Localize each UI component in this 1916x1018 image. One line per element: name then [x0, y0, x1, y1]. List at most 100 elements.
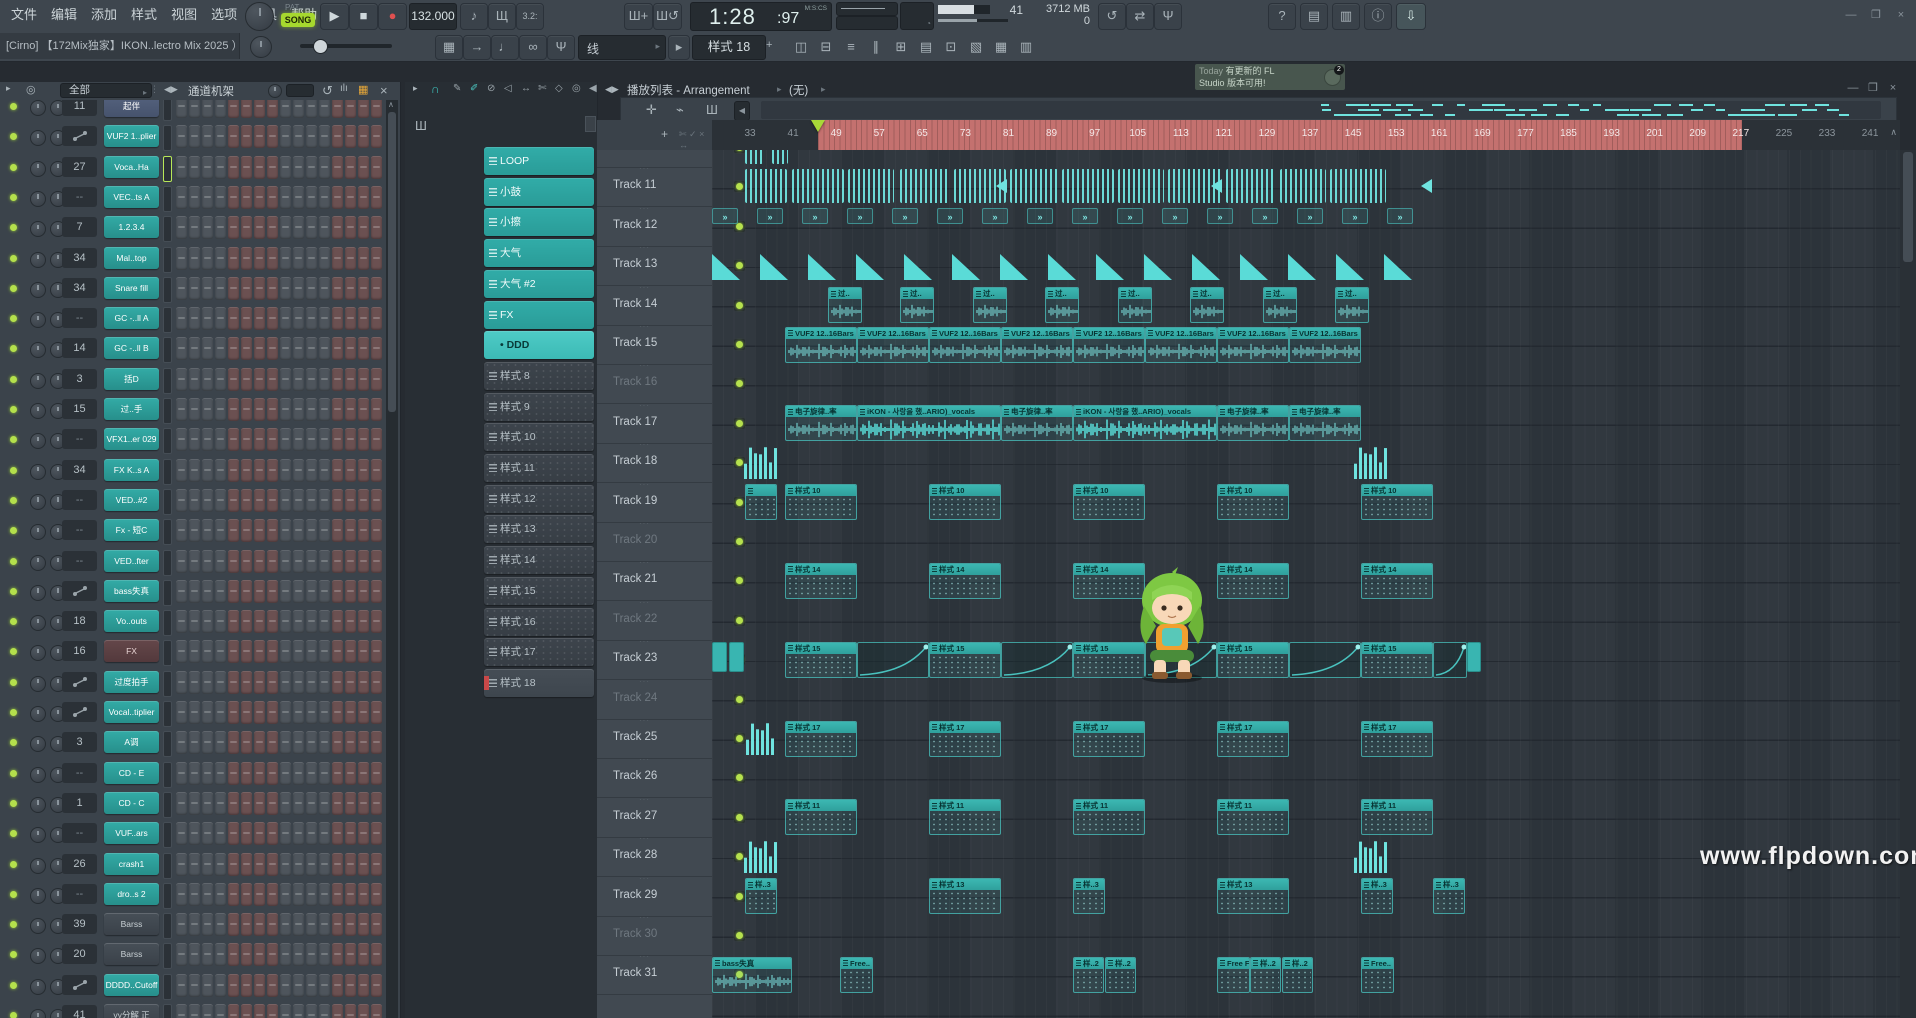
- step-cell[interactable]: [176, 640, 187, 663]
- step-cell[interactable]: [371, 216, 382, 239]
- step-cell[interactable]: [293, 459, 304, 482]
- main-volume-knob[interactable]: [245, 2, 274, 31]
- step-cell[interactable]: [319, 459, 330, 482]
- step-cell[interactable]: [332, 974, 343, 997]
- step-cell[interactable]: [215, 519, 226, 542]
- step-cell[interactable]: [176, 883, 187, 906]
- track-header[interactable]: ···Track 13: [597, 246, 712, 286]
- channel-pan-knob[interactable]: [30, 555, 46, 571]
- step-cell[interactable]: [332, 853, 343, 876]
- step-cell[interactable]: [267, 277, 278, 300]
- step-cell[interactable]: [280, 337, 291, 360]
- monitor-knob[interactable]: [250, 36, 272, 58]
- help-icon[interactable]: ?: [1268, 3, 1296, 30]
- clip-chop[interactable]: [1330, 169, 1386, 203]
- track-header[interactable]: ···Track 25: [597, 719, 712, 759]
- step-cell[interactable]: [215, 883, 226, 906]
- clip-bars[interactable]: [1353, 839, 1389, 875]
- step-cell[interactable]: [228, 247, 239, 270]
- playlist-grid[interactable]: »»»»»»»»»»»»»»»»过..过..过..过..过..过..过..过..…: [712, 150, 1900, 1018]
- step-cell[interactable]: [202, 186, 213, 209]
- step-cell[interactable]: [189, 398, 200, 421]
- channel-pan-knob[interactable]: [30, 827, 46, 843]
- step-cell[interactable]: [241, 550, 252, 573]
- step-led-strip[interactable]: [163, 792, 172, 818]
- step-led-strip[interactable]: [163, 519, 172, 545]
- step-cell[interactable]: [176, 216, 187, 239]
- clip-audio[interactable]: 过..: [1045, 287, 1079, 323]
- step-cell[interactable]: [228, 550, 239, 573]
- step-cell[interactable]: [176, 247, 187, 270]
- step-cell[interactable]: [345, 337, 356, 360]
- clip-pat[interactable]: 样式 15: [785, 642, 857, 678]
- step-cell[interactable]: [228, 519, 239, 542]
- clip-tri[interactable]: [1000, 252, 1030, 288]
- channel-mute-led[interactable]: [10, 194, 17, 201]
- mixer-target-box[interactable]: [62, 672, 97, 692]
- step-cell[interactable]: [280, 853, 291, 876]
- step-cell[interactable]: [345, 428, 356, 451]
- step-cell[interactable]: [228, 368, 239, 391]
- step-cell[interactable]: [319, 216, 330, 239]
- step-cell[interactable]: [267, 853, 278, 876]
- step-cell[interactable]: [267, 701, 278, 724]
- clip-audio[interactable]: bass失真: [712, 957, 792, 993]
- step-cell[interactable]: [202, 519, 213, 542]
- clip-audio[interactable]: VUF2 12..16Bars: [1217, 327, 1289, 363]
- step-cell[interactable]: [371, 307, 382, 330]
- pattern-item[interactable]: 样式 12: [484, 485, 594, 513]
- pattern-item[interactable]: FX: [484, 301, 594, 329]
- clip-pat[interactable]: 样式 10: [1217, 484, 1289, 520]
- step-cell[interactable]: [176, 489, 187, 512]
- channel-pan-knob[interactable]: [30, 191, 46, 207]
- clip-tri[interactable]: [1144, 252, 1174, 288]
- step-cell[interactable]: [215, 125, 226, 148]
- clip-audio[interactable]: 过..: [1190, 287, 1224, 323]
- step-cell[interactable]: [202, 640, 213, 663]
- step-cell[interactable]: [267, 913, 278, 936]
- playlist-tool-icon-5[interactable]: ✄: [538, 83, 546, 94]
- channel-button[interactable]: CD - C: [104, 792, 159, 814]
- channel-mute-led[interactable]: [10, 224, 17, 231]
- step-cell[interactable]: [332, 640, 343, 663]
- step-cell[interactable]: [306, 580, 317, 603]
- timeline-ruler[interactable]: 3341495765738189971051131211291371451531…: [712, 120, 1900, 151]
- clip-pat[interactable]: 样..3: [1361, 878, 1393, 914]
- step-cell[interactable]: [358, 489, 369, 512]
- step-cell[interactable]: [358, 853, 369, 876]
- mixer-target-box[interactable]: 34: [62, 278, 97, 298]
- step-cell[interactable]: [267, 216, 278, 239]
- channel-pan-knob[interactable]: [30, 161, 46, 177]
- step-cell[interactable]: [293, 307, 304, 330]
- step-cell[interactable]: [267, 489, 278, 512]
- channel-mute-led[interactable]: [10, 436, 17, 443]
- clip-chop[interactable]: [1010, 169, 1058, 203]
- track-name[interactable]: Track 31: [613, 967, 657, 979]
- clip-marker-left-triangle[interactable]: [996, 179, 1007, 193]
- step-cell[interactable]: [267, 186, 278, 209]
- menu-item-0[interactable]: 文件: [4, 0, 44, 30]
- mixer-target-box[interactable]: 3: [62, 732, 97, 752]
- clip-tri[interactable]: [1192, 252, 1222, 288]
- step-led-strip[interactable]: [163, 428, 172, 454]
- track-header[interactable]: ···Track 31: [597, 955, 712, 995]
- step-cell[interactable]: [358, 671, 369, 694]
- step-cell[interactable]: [267, 307, 278, 330]
- step-cell[interactable]: [254, 883, 265, 906]
- clip-chop[interactable]: [900, 169, 950, 203]
- mixer-target-box[interactable]: 3: [62, 369, 97, 389]
- snap-dropdown[interactable]: 线 ▸: [578, 35, 666, 60]
- step-cell[interactable]: [280, 459, 291, 482]
- mixer-target-box[interactable]: 11: [62, 100, 97, 116]
- step-cell[interactable]: [306, 459, 317, 482]
- undo-icon[interactable]: ↺: [1098, 3, 1126, 30]
- step-cell[interactable]: [215, 731, 226, 754]
- step-cell[interactable]: [358, 428, 369, 451]
- channel-mute-led[interactable]: [10, 982, 17, 989]
- step-cell[interactable]: [293, 156, 304, 179]
- step-edit-icon[interactable]: Ш+: [624, 3, 653, 30]
- step-led-strip[interactable]: [163, 671, 172, 697]
- clip-curve[interactable]: [857, 642, 929, 678]
- track-header[interactable]: ···Track 24: [597, 680, 712, 720]
- step-cell[interactable]: [202, 1004, 213, 1018]
